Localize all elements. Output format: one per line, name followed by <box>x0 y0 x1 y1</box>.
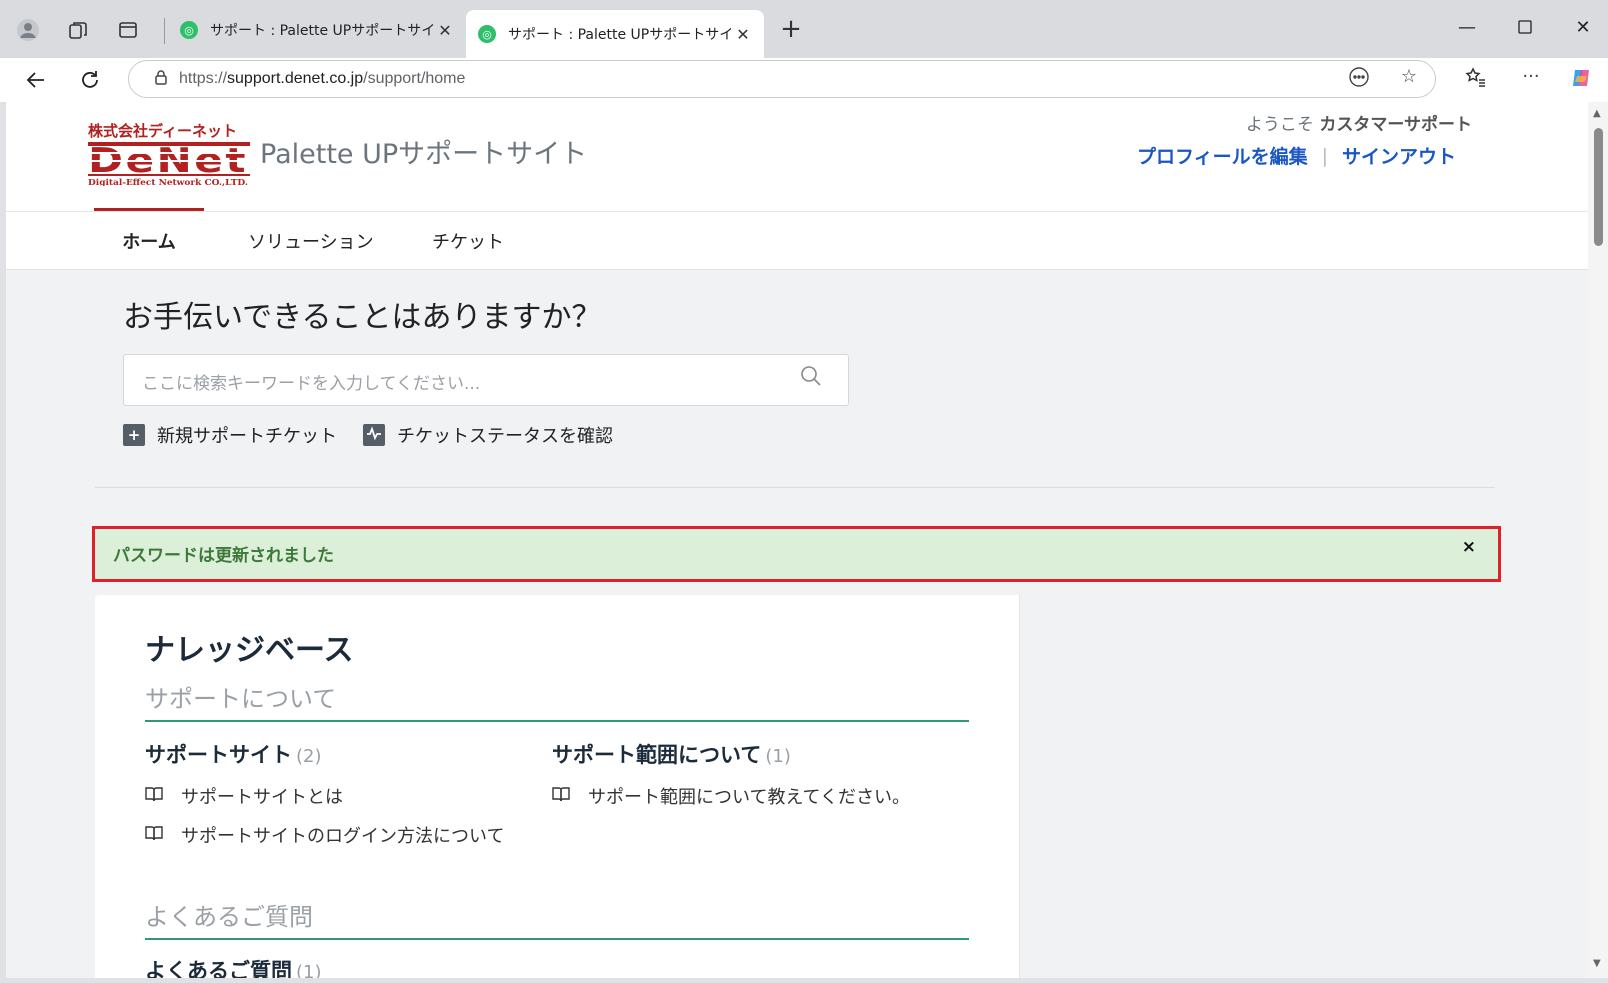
address-bar: https://support.denet.co.jp/support/home… <box>0 58 1608 102</box>
scroll-down-icon[interactable]: ▼ <box>1593 958 1601 969</box>
search-input[interactable]: ここに検索キーワードを入力してください... <box>123 354 849 406</box>
tab-separator <box>164 18 165 44</box>
book-icon <box>145 786 167 806</box>
user-name: カスタマーサポート <box>1319 115 1472 135</box>
help-hero: お手伝いできることはありますか？ ここに検索キーワードを入力してください... … <box>95 270 1495 488</box>
scrollbar-thumb[interactable] <box>1594 128 1603 246</box>
alert-message: パスワードは更新されました <box>113 546 334 566</box>
lock-icon[interactable] <box>143 69 179 89</box>
site-nav: ホーム ソリューション チケット <box>6 208 1588 270</box>
profile-icon[interactable] <box>12 14 44 46</box>
nav-home[interactable]: ホーム <box>94 208 204 270</box>
browser-tab-2[interactable]: ◎ サポート : Palette UPサポートサイト ✕ <box>466 10 764 58</box>
logo-company-text: 株式会社ディーネット <box>88 122 237 140</box>
new-ticket-link[interactable]: + 新規サポートチケット <box>123 422 337 448</box>
kb-category-count: (2) <box>296 746 322 767</box>
url-field[interactable]: https://support.denet.co.jp/support/home <box>128 60 1436 98</box>
plus-square-icon: + <box>123 424 145 446</box>
copilot-icon[interactable] <box>1568 66 1594 95</box>
kb-section-title: よくあるご質問 <box>145 897 969 940</box>
browser-tab-1[interactable]: ◎ サポート : Palette UPサポートサイト ✕ <box>168 10 466 50</box>
more-site-info-icon[interactable] <box>1346 66 1372 93</box>
site-title: Palette UPサポートサイト <box>260 139 588 170</box>
kb-article-link[interactable]: サポートサイトのログイン方法について <box>145 822 504 848</box>
kb-article-link[interactable]: サポートサイトとは <box>145 783 343 809</box>
tab-title: サポート : Palette UPサポートサイト <box>210 23 436 39</box>
nav-tickets[interactable]: チケット <box>432 212 504 270</box>
activity-icon <box>363 424 385 446</box>
kb-category[interactable]: サポート範囲について (1) <box>552 739 791 769</box>
close-icon[interactable]: ✕ <box>734 25 752 44</box>
favorites-icon[interactable] <box>1462 66 1488 93</box>
tab-actions-icon[interactable] <box>112 14 144 46</box>
menu-dots-icon[interactable]: ··· <box>1518 66 1544 87</box>
back-button[interactable] <box>18 62 54 98</box>
kb-section-title: サポートについて <box>145 679 969 722</box>
page-scrollbar[interactable]: ▲ ▼ <box>1588 102 1608 978</box>
book-icon <box>145 825 167 845</box>
kb-title: ナレッジベース <box>145 633 354 668</box>
kb-category-count: (1) <box>765 746 791 767</box>
success-alert: パスワードは更新されました × <box>92 526 1501 582</box>
close-icon[interactable]: × <box>1462 537 1476 557</box>
workspaces-icon[interactable] <box>62 14 94 46</box>
logo-tagline: Digital-Effect Network CO.,LTD. <box>88 177 248 186</box>
search-placeholder: ここに検索キーワードを入力してください... <box>142 374 481 394</box>
new-tab-button[interactable]: + <box>776 14 806 44</box>
kb-category-count: (1) <box>296 962 322 978</box>
welcome-text: ようこそ カスタマーサポート <box>1245 115 1472 135</box>
check-status-link[interactable]: チケットステータスを確認 <box>363 422 613 448</box>
close-window-button[interactable]: ✕ <box>1560 12 1606 42</box>
page-viewport: 株式会社ディーネット DeNet Digital-Effect Network … <box>6 102 1588 978</box>
url-text: https://support.denet.co.jp/support/home <box>179 70 466 87</box>
maximize-button[interactable] <box>1502 12 1548 42</box>
denet-logo[interactable]: 株式会社ディーネット DeNet Digital-Effect Network … <box>88 122 250 187</box>
reload-button[interactable] <box>72 62 108 98</box>
browser-tab-bar: ◎ サポート : Palette UPサポートサイト ✕ ◎ サポート : Pa… <box>0 0 1608 58</box>
book-icon <box>552 786 574 806</box>
sign-out-link[interactable]: サインアウト <box>1342 142 1456 169</box>
profile-links: プロフィールを編集 | サインアウト <box>1137 142 1456 169</box>
help-heading: お手伝いできることはありますか？ <box>123 300 602 335</box>
edit-profile-link[interactable]: プロフィールを編集 <box>1137 142 1308 169</box>
tab-title: サポート : Palette UPサポートサイト <box>508 27 734 43</box>
search-icon[interactable] <box>800 365 822 393</box>
knowledge-base-panel: ナレッジベース サポートについて サポートサイト (2) サポートサイトとは サポ… <box>95 595 1499 978</box>
minimize-button[interactable]: — <box>1444 12 1490 42</box>
site-favicon-icon: ◎ <box>180 21 198 39</box>
site-favicon-icon: ◎ <box>478 25 496 43</box>
close-icon[interactable]: ✕ <box>436 21 454 40</box>
kb-article-link[interactable]: サポート範囲について教えてください。 <box>552 783 910 809</box>
kb-category[interactable]: サポートサイト (2) <box>145 739 322 769</box>
link-divider: | <box>1321 144 1328 167</box>
sidebar-column <box>1019 595 1499 978</box>
site-header: 株式会社ディーネット DeNet Digital-Effect Network … <box>6 102 1588 212</box>
scroll-up-icon[interactable]: ▲ <box>1593 108 1601 119</box>
favorite-star-icon[interactable]: ☆ <box>1396 66 1422 87</box>
kb-category[interactable]: よくあるご質問 (1) <box>145 955 322 978</box>
nav-solutions[interactable]: ソリューション <box>248 212 374 270</box>
